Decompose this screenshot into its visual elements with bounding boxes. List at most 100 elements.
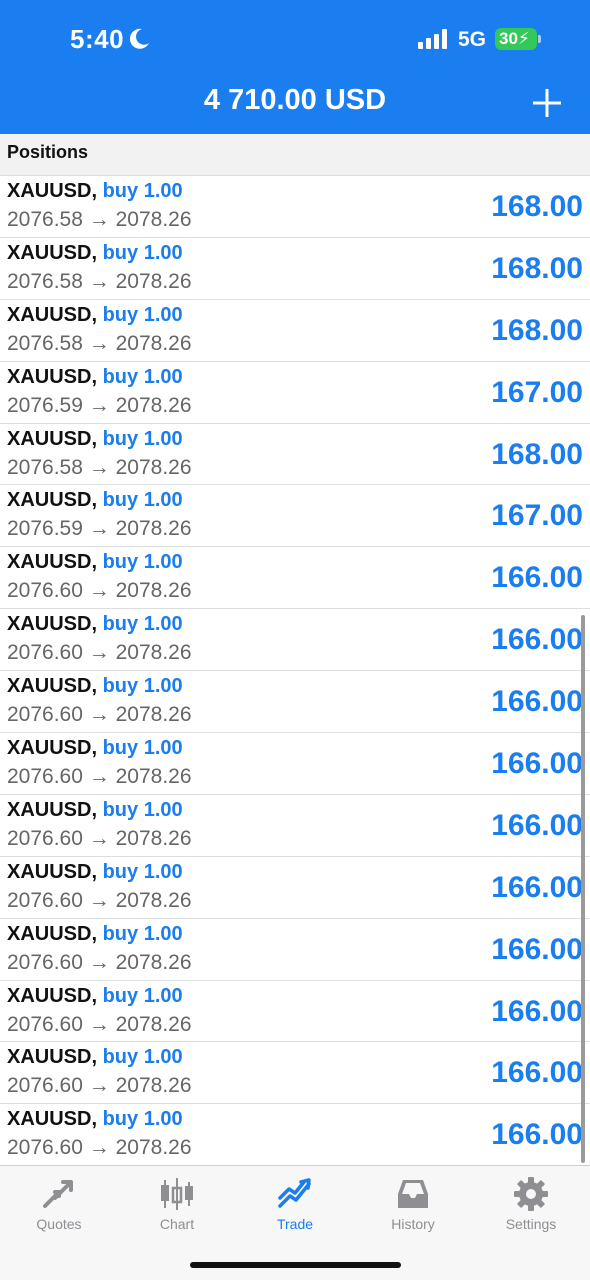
- position-side: buy 1.00: [102, 922, 183, 945]
- position-row[interactable]: XAUUSD, buy 1.00 2076.60 → 2078.26 166.00: [0, 609, 590, 672]
- home-indicator: [190, 1262, 401, 1268]
- position-side: buy 1.00: [102, 1046, 183, 1069]
- position-side: buy 1.00: [102, 241, 183, 264]
- current-price: 2078.26: [115, 1074, 192, 1098]
- scrollbar[interactable]: [581, 615, 585, 1163]
- open-price: 2076.60: [7, 888, 83, 912]
- open-price: 2076.60: [7, 579, 83, 603]
- position-separator: ,: [91, 922, 103, 945]
- position-row[interactable]: XAUUSD, buy 1.00 2076.60 → 2078.26 166.00: [0, 794, 590, 857]
- position-row[interactable]: XAUUSD, buy 1.00 2076.58 → 2078.26 168.00: [0, 299, 590, 362]
- tab-chart[interactable]: Chart: [118, 1166, 236, 1236]
- position-row[interactable]: XAUUSD, buy 1.00 2076.60 → 2078.26 166.00: [0, 1042, 590, 1105]
- tab-label-trade: Trade: [276, 1216, 314, 1232]
- arrow-right-icon: →: [88, 269, 110, 293]
- arrow-right-icon: →: [88, 1136, 110, 1160]
- tab-label-chart: Chart: [159, 1216, 195, 1232]
- position-separator: ,: [91, 675, 103, 698]
- position-row[interactable]: XAUUSD, buy 1.00 2076.60 → 2078.26 166.00: [0, 918, 590, 981]
- position-symbol: XAUUSD: [7, 180, 92, 202]
- position-symbol: XAUUSD: [7, 613, 92, 636]
- arrow-right-icon: →: [88, 703, 110, 727]
- position-separator: ,: [91, 798, 103, 821]
- position-row[interactable]: XAUUSD, buy 1.00 2076.60 → 2078.26 166.00: [0, 671, 590, 734]
- position-side: buy 1.00: [102, 613, 183, 636]
- position-profit: 167.00: [491, 499, 583, 533]
- tab-settings[interactable]: Settings: [472, 1166, 590, 1236]
- position-title: XAUUSD, buy 1.00: [7, 428, 183, 451]
- positions-section-header: Positions: [0, 134, 590, 176]
- position-side: buy 1.00: [102, 365, 183, 388]
- position-row[interactable]: XAUUSD, buy 1.00 2076.60 → 2078.26 166.00: [0, 1104, 590, 1167]
- position-separator: ,: [91, 860, 103, 883]
- position-profit: 166.00: [491, 747, 583, 781]
- position-title: XAUUSD, buy 1.00: [7, 1046, 183, 1069]
- position-prices: 2076.60 → 2078.26: [7, 641, 192, 665]
- position-row[interactable]: XAUUSD, buy 1.00 2076.59 → 2078.26 167.00: [0, 485, 590, 548]
- position-profit: 168.00: [491, 190, 583, 223]
- position-separator: ,: [91, 551, 103, 574]
- arrow-right-icon: →: [88, 517, 110, 541]
- open-price: 2076.58: [7, 455, 83, 479]
- tab-quotes[interactable]: Quotes: [0, 1166, 118, 1236]
- position-profit: 168.00: [491, 251, 583, 285]
- position-title: XAUUSD, buy 1.00: [7, 737, 183, 760]
- position-prices: 2076.58 → 2078.26: [7, 270, 192, 294]
- arrow-right-icon: →: [88, 888, 110, 912]
- position-profit: 168.00: [491, 437, 583, 471]
- position-row[interactable]: XAUUSD, buy 1.00 2076.60 → 2078.26 166.00: [0, 980, 590, 1043]
- position-prices: 2076.60 → 2078.26: [7, 1074, 192, 1098]
- position-title: XAUUSD, buy 1.00: [7, 304, 183, 327]
- battery-cap: [538, 35, 541, 43]
- position-prices: 2076.60 → 2078.26: [7, 1136, 192, 1160]
- position-title: XAUUSD, buy 1.00: [7, 861, 183, 884]
- open-price: 2076.60: [7, 950, 83, 974]
- position-symbol: XAUUSD: [7, 241, 92, 264]
- position-profit: 166.00: [491, 994, 583, 1028]
- quotes-arrows-icon: [43, 1180, 73, 1208]
- position-row[interactable]: XAUUSD, buy 1.00 2076.59 → 2078.26 167.00: [0, 361, 590, 424]
- tab-history[interactable]: History: [354, 1166, 472, 1236]
- position-row[interactable]: XAUUSD, buy 1.00 2076.58 → 2078.26 168.00: [0, 237, 590, 300]
- position-prices: 2076.60 → 2078.26: [7, 1013, 192, 1037]
- open-price: 2076.60: [7, 703, 83, 727]
- tab-label-settings: Settings: [505, 1216, 557, 1232]
- open-price: 2076.60: [7, 1074, 83, 1098]
- account-balance: 4 710.00 USD: [203, 84, 387, 116]
- position-profit: 166.00: [491, 1118, 583, 1152]
- moon-icon: [129, 28, 149, 49]
- position-title: XAUUSD, buy 1.00: [7, 799, 183, 822]
- arrow-right-icon: →: [88, 765, 110, 789]
- current-price: 2078.26: [115, 269, 192, 293]
- position-symbol: XAUUSD: [7, 1108, 92, 1131]
- open-price: 2076.60: [7, 1136, 83, 1160]
- charging-bolt-icon: ⚡: [517, 29, 530, 48]
- current-price: 2078.26: [115, 1136, 192, 1160]
- position-title: XAUUSD, buy 1.00: [7, 613, 183, 636]
- position-side: buy 1.00: [102, 737, 183, 760]
- position-profit: 168.00: [491, 313, 583, 347]
- positions-title: Positions: [7, 142, 89, 162]
- arrow-right-icon: →: [88, 579, 110, 603]
- position-prices: 2076.60 → 2078.26: [7, 827, 192, 851]
- history-tray-icon: [398, 1180, 428, 1208]
- position-prices: 2076.60 → 2078.26: [7, 951, 192, 975]
- position-separator: ,: [91, 984, 103, 1007]
- position-row[interactable]: XAUUSD, buy 1.00 2076.60 → 2078.26 166.00: [0, 733, 590, 795]
- position-profit: 166.00: [491, 932, 583, 966]
- current-price: 2078.26: [115, 641, 192, 665]
- position-row[interactable]: XAUUSD, buy 1.00 2076.58 → 2078.26 168.00: [0, 176, 590, 238]
- position-symbol: XAUUSD: [7, 365, 92, 388]
- position-row[interactable]: XAUUSD, buy 1.00 2076.60 → 2078.26 166.00: [0, 547, 590, 610]
- position-separator: ,: [91, 489, 103, 512]
- position-row[interactable]: XAUUSD, buy 1.00 2076.60 → 2078.26 166.00: [0, 856, 590, 919]
- positions-list: XAUUSD, buy 1.00 2076.58 → 2078.26 168.00 X…: [0, 176, 590, 1167]
- arrow-right-icon: →: [88, 208, 110, 231]
- position-side: buy 1.00: [102, 489, 183, 512]
- arrow-right-icon: →: [88, 641, 110, 665]
- tab-trade[interactable]: Trade: [236, 1166, 354, 1236]
- position-row[interactable]: XAUUSD, buy 1.00 2076.58 → 2078.26 168.00: [0, 423, 590, 486]
- new-order-plus-button[interactable]: [530, 86, 564, 120]
- position-profit: 166.00: [491, 623, 583, 657]
- position-side: buy 1.00: [102, 1108, 183, 1131]
